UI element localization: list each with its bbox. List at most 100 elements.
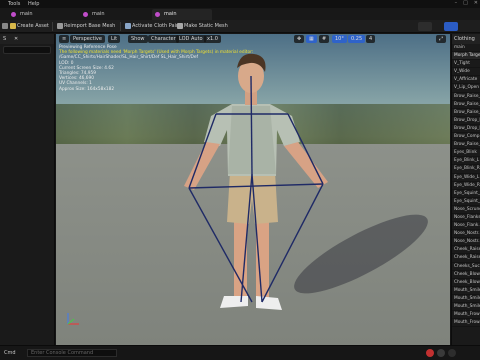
skeletal-mesh-icon	[155, 12, 160, 17]
translate-icon[interactable]: ✥	[294, 35, 305, 43]
reimport-button[interactable]: Reimport Base Mesh	[56, 22, 115, 31]
status-bar: Cmd Enter Console Command	[0, 345, 480, 360]
maximize-icon[interactable]: □	[463, 0, 468, 8]
record-icon[interactable]	[426, 349, 434, 357]
show-button[interactable]: Show	[128, 35, 148, 43]
tab-clothing[interactable]: Clothing	[452, 34, 480, 44]
menu-tools[interactable]: Tools	[8, 1, 20, 7]
settings-icon[interactable]	[448, 349, 456, 357]
save-button[interactable]	[1, 22, 9, 31]
morph-target-item[interactable]: V_Tight	[452, 60, 480, 69]
morph-target-item[interactable]: Nose_Flanks...	[452, 214, 480, 223]
morph-target-item[interactable]: Eye_Blink_R	[452, 165, 480, 174]
morph-target-item[interactable]: Mouth_Frow...	[452, 319, 480, 328]
morph-target-item[interactable]: Mouth_Smile...	[452, 295, 480, 303]
viewport-info-overlay: Previewing Reference Pose The following …	[59, 45, 253, 92]
left-panel: S ✕	[0, 34, 55, 345]
morph-target-item[interactable]: Eye_Squint_L	[452, 190, 480, 198]
close-icon[interactable]: ✕	[14, 34, 18, 44]
morph-target-item[interactable]: Brow_Drop_R	[452, 125, 480, 134]
morph-target-item[interactable]: V_Affricate	[452, 76, 480, 85]
character-button[interactable]: Character	[148, 35, 179, 43]
morph-target-item[interactable]: V_Wide	[452, 68, 480, 77]
make-static-label: Make Static Mesh	[184, 23, 228, 29]
tab-main-1[interactable]: main	[8, 9, 68, 20]
play-icon[interactable]	[437, 349, 445, 357]
morph-target-item[interactable]: Eyes_Blink	[452, 149, 480, 158]
info-line: Approx Size: 164x58x182	[59, 86, 115, 92]
playback-speed-button[interactable]: x1.0	[204, 35, 221, 43]
panel-subtitle: main	[452, 44, 480, 53]
left-panel-header: S ✕	[0, 34, 54, 44]
create-asset-icon	[10, 23, 16, 29]
morph-target-item[interactable]: Nose_Scrunch	[452, 206, 480, 214]
morph-target-item[interactable]: Nose_Nostr...	[452, 238, 480, 247]
morph-target-item[interactable]: Brow_Drop_L	[452, 117, 480, 125]
create-asset-button[interactable]: Create Asset	[9, 22, 49, 31]
morph-target-item[interactable]: V_Lip_Open	[452, 84, 480, 93]
camera-speed-button[interactable]: 4	[366, 35, 376, 43]
skeletal-mesh-icon	[11, 12, 16, 17]
morph-target-header[interactable]: Morph Target	[452, 52, 480, 61]
morph-target-item[interactable]: Brow_Raise_...	[452, 141, 480, 150]
static-mesh-icon	[177, 23, 183, 29]
maximize-viewport-icon[interactable]: ⤢	[436, 35, 447, 43]
reimport-icon	[57, 23, 63, 29]
tab-strip: main main main	[0, 8, 480, 20]
morph-target-item[interactable]: Nose_Flank...	[452, 222, 480, 231]
title-bar: Tools Help – □ ✕	[0, 0, 480, 8]
reimport-label: Reimport Base Mesh	[64, 23, 116, 29]
perspective-button[interactable]: Perspective	[70, 35, 105, 43]
tab-label: main	[92, 11, 105, 17]
menu-help[interactable]: Help	[28, 1, 39, 7]
morph-target-panel: Clothing main Morph Target V_Tight V_Wide…	[451, 34, 480, 345]
grid-snap-button[interactable]: #	[319, 35, 330, 43]
left-panel-title: S	[3, 36, 7, 42]
list-item[interactable]	[0, 56, 54, 64]
morph-target-item[interactable]: Brow_Comp...	[452, 133, 480, 142]
lod-auto-button[interactable]: LOD Auto	[176, 35, 206, 43]
morph-target-item[interactable]: Nose_Nostr...	[452, 230, 480, 239]
morph-target-item[interactable]: Cheek_Blow...	[452, 271, 480, 279]
morph-target-item[interactable]: Mouth_Smile...	[452, 303, 480, 312]
console-input[interactable]: Enter Console Command	[27, 349, 117, 357]
window-controls: – □ ✕	[455, 0, 478, 8]
morph-target-item[interactable]: Mouth_Smile	[452, 287, 480, 295]
activate-cloth-button[interactable]: Activate Cloth Paint	[124, 22, 181, 31]
viewport-menu-button[interactable]: ≡	[59, 35, 70, 43]
skeleton-mode-button[interactable]	[418, 22, 432, 31]
morph-target-item[interactable]: Brow_Raise_...	[452, 101, 480, 109]
morph-target-item[interactable]: Brow_Raise_...	[452, 109, 480, 117]
morph-target-item[interactable]: Cheek_Raise...	[452, 246, 480, 255]
main-toolbar: Create Asset Reimport Base Mesh Activate…	[0, 20, 480, 33]
scale-snap-button[interactable]: 0.25	[348, 35, 366, 43]
viewport-toolbar: ≡ Perspective Lit Show Character LOD Aut…	[56, 34, 450, 44]
morph-target-item[interactable]: Cheek_Raise...	[452, 254, 480, 263]
create-asset-label: Create Asset	[17, 23, 49, 29]
rotation-snap-button[interactable]: 10°	[332, 35, 347, 43]
viewport[interactable]: ≡ Perspective Lit Show Character LOD Aut…	[56, 34, 450, 345]
make-static-mesh-button[interactable]: Make Static Mesh	[176, 22, 228, 31]
morph-target-list: V_Tight V_Wide V_Affricate V_Lip_Open Brow_R…	[452, 60, 480, 328]
morph-target-item[interactable]: Cheeks_Suck	[452, 263, 480, 271]
tab-main-3[interactable]: main	[152, 9, 212, 20]
axis-gizmo-icon	[67, 313, 79, 325]
minimize-icon[interactable]: –	[455, 0, 458, 8]
surface-snap-icon[interactable]: ▦	[306, 35, 317, 43]
mesh-mode-button[interactable]	[444, 22, 458, 31]
morph-target-item[interactable]: Brow_Raise_...	[452, 93, 480, 101]
tab-label: main	[164, 11, 177, 17]
lit-button[interactable]: Lit	[108, 35, 121, 43]
left-search-input[interactable]	[3, 46, 51, 54]
morph-target-item[interactable]: Mouth_Frown	[452, 311, 480, 320]
skeletal-mesh-icon	[83, 12, 88, 17]
close-icon[interactable]: ✕	[474, 0, 478, 8]
morph-target-item[interactable]: Eye_Wide_R	[452, 182, 480, 190]
tab-main-2[interactable]: main	[80, 9, 140, 20]
morph-target-item[interactable]: Eye_Blink_L	[452, 157, 480, 166]
cmd-label[interactable]: Cmd	[4, 349, 16, 357]
morph-target-item[interactable]: Eye_Wide_L	[452, 174, 480, 182]
tab-label: main	[20, 11, 33, 17]
morph-target-item[interactable]: Eye_Squint_R	[452, 198, 480, 206]
morph-target-item[interactable]: Cheek_Blow...	[452, 279, 480, 287]
